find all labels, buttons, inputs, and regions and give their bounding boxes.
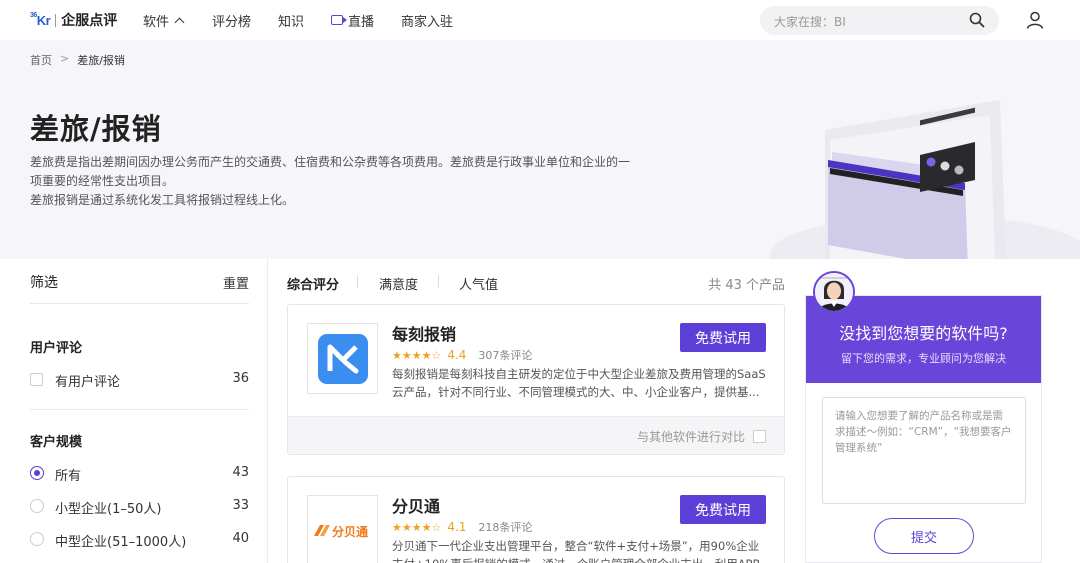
radio-selected[interactable]: [30, 466, 44, 480]
search-placeholder: 大家在搜：BI: [774, 15, 846, 29]
radio[interactable]: [30, 532, 44, 546]
product-logo[interactable]: 分贝通: [307, 495, 378, 563]
top-navbar: 36Kr 企服点评 软件 评分榜 知识 直播 商家入驻 大家在搜：BI: [0, 0, 1080, 40]
compare-checkbox[interactable]: [753, 430, 766, 443]
reset-button[interactable]: 重置: [223, 273, 249, 292]
nav-software[interactable]: 软件: [143, 12, 185, 30]
breadcrumb-current: 差旅/报销: [77, 54, 125, 67]
nav-live[interactable]: 直播: [331, 12, 374, 30]
rating-stars: ★★★★☆: [392, 520, 442, 534]
category-hero: 首页 > 差旅/报销 差旅/报销 差旅费是指出差期间因办理公务而产生的交通费、住…: [0, 40, 1080, 259]
search-input[interactable]: 大家在搜：BI: [760, 6, 999, 35]
product-rating: ★★★★☆ 4.4 307条评论: [392, 347, 532, 363]
product-logo[interactable]: [307, 323, 378, 394]
compare-toggle[interactable]: 与其他软件进行对比: [637, 428, 766, 445]
filter-group-company-size: 客户规模: [30, 435, 83, 450]
product-description: 分贝通下一代企业支出管理平台，整合“软件+支付+场景”，用90%企业支付+10%…: [392, 539, 769, 563]
product-description: 每刻报销是每刻科技自主研发的定位于中大型企业差旅及费用管理的SaaS云产品，针对…: [392, 367, 766, 399]
product-count: 共 43 个产品: [708, 278, 785, 293]
chevron-up-icon: [174, 17, 185, 27]
free-trial-button[interactable]: 免费试用: [680, 323, 766, 352]
fenbeitong-logo-icon: 分贝通: [313, 524, 368, 539]
breadcrumb-separator: >: [60, 52, 70, 65]
product-card[interactable]: 分贝通 分贝通 ★★★★☆ 4.1 218条评论 分贝通下一代企业支出管理平台，…: [287, 476, 785, 563]
requirement-textarea[interactable]: 请输入您想要了解的产品名称或是需求描述～例如：“CRM”，“我想要客户管理系统”: [822, 397, 1026, 504]
video-icon: [331, 15, 347, 25]
filter-panel: 筛选 重置 用户评论 有用户评论 36 客户规模 所有 43 小型企业(1–50…: [30, 259, 249, 563]
breadcrumb-home[interactable]: 首页: [30, 52, 52, 68]
nav-merchant[interactable]: 商家入驻: [401, 12, 453, 30]
consult-subtitle: 留下您的需求，专业顾问为您解决: [841, 352, 1006, 365]
user-icon[interactable]: [1026, 11, 1044, 29]
logo-mark: 36Kr: [30, 11, 51, 28]
sort-popularity[interactable]: 人气值: [459, 274, 498, 293]
sort-overall[interactable]: 综合评分: [287, 274, 339, 293]
hero-illustration: [770, 100, 1080, 259]
search-icon[interactable]: [969, 12, 985, 28]
product-card[interactable]: 每刻报销 ★★★★☆ 4.4 307条评论 每刻报销是每刻科技自主研发的定位于中…: [287, 304, 785, 455]
svg-text:分贝通: 分贝通: [332, 524, 368, 539]
page-title: 差旅/报销: [30, 112, 162, 146]
review-count[interactable]: 307条评论: [478, 347, 532, 363]
rating-stars: ★★★★☆: [392, 348, 442, 362]
consultant-avatar: [813, 271, 855, 313]
rating-score: 4.1: [447, 520, 467, 534]
product-name[interactable]: 每刻报销: [392, 321, 456, 345]
consult-panel: 没找到您想要的软件吗? 留下您的需求，专业顾问为您解决 请输入您想要了解的产品名…: [805, 295, 1042, 563]
category-description: 差旅费是指出差期间因办理公务而产生的交通费、住宿费和公杂费等各项费用。差旅费是行…: [30, 155, 631, 207]
filter-option-has-reviews[interactable]: 有用户评论 36: [30, 369, 249, 390]
sort-bar: 综合评分 满意度 人气值 共 43 个产品: [287, 259, 785, 304]
logo-text: 企服点评: [61, 13, 118, 29]
filter-group-reviews: 用户评论: [30, 341, 83, 356]
consult-title: 没找到您想要的软件吗?: [839, 324, 1008, 343]
site-logo[interactable]: 36Kr 企服点评: [30, 11, 118, 30]
rating-score: 4.4: [447, 348, 467, 362]
filter-option-small[interactable]: 小型企业(1–50人) 33: [30, 496, 249, 517]
radio[interactable]: [30, 499, 44, 513]
nav-knowledge[interactable]: 知识: [278, 12, 304, 30]
sort-satisfaction[interactable]: 满意度: [379, 274, 418, 293]
filter-option-all[interactable]: 所有 43: [30, 463, 249, 484]
consultant-avatar-icon: [815, 273, 853, 311]
filter-title: 筛选: [30, 275, 58, 291]
checkbox[interactable]: [30, 373, 43, 386]
free-trial-button[interactable]: 免费试用: [680, 495, 766, 524]
meike-logo-icon: [317, 333, 368, 384]
submit-button[interactable]: 提交: [874, 518, 974, 554]
product-name[interactable]: 分贝通: [392, 493, 440, 517]
nav-ranking[interactable]: 评分榜: [212, 12, 251, 30]
filter-option-medium[interactable]: 中型企业(51–1000人) 40: [30, 529, 249, 550]
review-count[interactable]: 218条评论: [478, 519, 532, 535]
breadcrumb: 首页 > 差旅/报销: [30, 52, 125, 68]
product-rating: ★★★★☆ 4.1 218条评论: [392, 519, 532, 535]
